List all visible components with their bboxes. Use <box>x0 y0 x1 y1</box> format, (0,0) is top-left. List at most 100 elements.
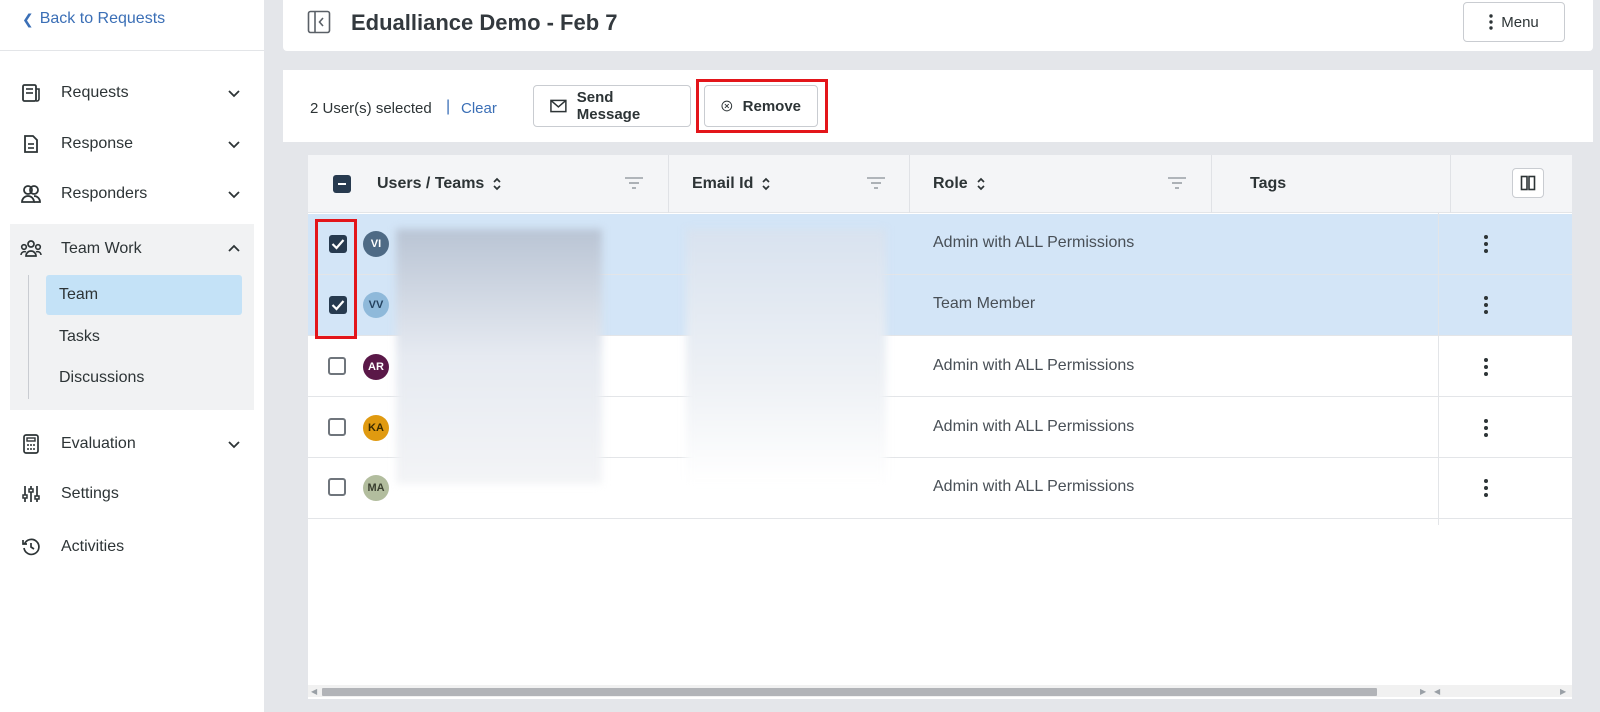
sub-nav-line <box>28 275 29 399</box>
sidebar-item-label: Requests <box>61 84 129 101</box>
close-circle-icon <box>721 100 733 112</box>
chevron-up-icon <box>228 244 240 252</box>
sidebar-item-evaluation[interactable]: Evaluation <box>0 422 264 466</box>
remove-button[interactable]: Remove <box>704 85 818 127</box>
column-header-tags[interactable]: Tags <box>1250 155 1286 213</box>
avatar: MA <box>363 475 389 501</box>
kebab-icon[interactable] <box>1476 478 1496 498</box>
row-checkbox[interactable] <box>328 357 346 375</box>
column-toggle-button[interactable] <box>1512 168 1544 198</box>
columns-icon <box>1520 175 1536 191</box>
filter-icon[interactable] <box>624 175 644 191</box>
chevron-left-icon: ❮ <box>22 10 34 27</box>
column-header-email[interactable]: Email Id <box>692 155 771 213</box>
sidebar-item-responders[interactable]: Responders <box>0 172 264 216</box>
separator: | <box>446 98 451 115</box>
sidebar-item-settings[interactable]: Settings <box>0 472 264 516</box>
sidebar-item-team-work[interactable]: Team Work <box>0 227 264 271</box>
role-cell: Admin with ALL Permissions <box>933 478 1135 495</box>
kebab-icon[interactable] <box>1476 234 1496 254</box>
filter-icon[interactable] <box>1167 175 1187 191</box>
column-header-role[interactable]: Role <box>933 155 986 213</box>
sidebar-item-label: Settings <box>61 485 119 502</box>
filter-icon[interactable] <box>866 175 886 191</box>
sidebar-item-label: Responders <box>61 185 148 202</box>
sidebar-item-label: Evaluation <box>61 435 136 452</box>
scroll-left-icon[interactable]: ◀ <box>1434 687 1440 696</box>
table-header: Users / Teams Email Id Role Tags <box>308 155 1572 213</box>
column-divider[interactable] <box>909 155 910 213</box>
sort-icon <box>977 177 985 191</box>
send-message-label: Send Message <box>576 89 641 123</box>
back-to-requests-link[interactable]: ❮ Back to Requests <box>22 10 165 28</box>
sidebar-subitem-tasks[interactable]: Tasks <box>46 317 242 357</box>
role-cell: Admin with ALL Permissions <box>933 418 1135 435</box>
avatar: VI <box>363 231 389 257</box>
sidebar-divider <box>0 50 264 51</box>
send-message-button[interactable]: Send Message <box>533 85 691 127</box>
chevron-down-icon <box>228 90 240 98</box>
sort-icon <box>762 177 770 191</box>
chevron-down-icon <box>228 441 240 449</box>
collapse-sidebar-icon[interactable] <box>307 10 331 34</box>
clear-selection-link[interactable]: Clear <box>461 100 497 117</box>
role-cell: Admin with ALL Permissions <box>933 234 1135 251</box>
menu-button-label: Menu <box>1501 13 1539 31</box>
kebab-icon[interactable] <box>1476 295 1496 315</box>
chevron-down-icon <box>228 191 240 199</box>
scrollbar-thumb[interactable] <box>322 688 1377 696</box>
kebab-icon[interactable] <box>1476 357 1496 377</box>
column-divider[interactable] <box>1211 155 1212 213</box>
kebab-icon <box>1489 14 1493 30</box>
row-checkbox[interactable] <box>328 478 346 496</box>
users-icon <box>20 183 42 205</box>
redacted-names <box>396 229 602 484</box>
scroll-right-icon[interactable]: ▶ <box>1420 687 1426 696</box>
page-header: Edualliance Demo - Feb 7 Menu <box>283 0 1593 51</box>
role-cell: Team Member <box>933 295 1036 312</box>
sidebar-item-requests[interactable]: Requests <box>0 71 264 115</box>
back-link-label: Back to Requests <box>39 10 166 27</box>
row-checkbox[interactable] <box>328 418 346 436</box>
calculator-icon <box>20 433 42 455</box>
role-cell: Admin with ALL Permissions <box>933 357 1135 374</box>
kebab-icon[interactable] <box>1476 418 1496 438</box>
sidebar-item-activities[interactable]: Activities <box>0 525 264 569</box>
remove-label: Remove <box>742 97 801 115</box>
column-header-users[interactable]: Users / Teams <box>377 155 502 213</box>
column-label: Email Id <box>692 175 754 192</box>
scroll-left-icon[interactable]: ◀ <box>311 687 317 696</box>
sort-icon <box>493 177 501 191</box>
checkbox-highlight <box>315 219 357 339</box>
mail-icon <box>550 99 567 113</box>
requests-icon <box>20 82 42 104</box>
avatar: KA <box>363 415 389 441</box>
selection-count: 2 User(s) selected <box>310 100 432 117</box>
sidebar: ❮ Back to Requests Requests Response Res… <box>0 0 264 712</box>
page-title: Edualliance Demo - Feb 7 <box>351 10 618 35</box>
scroll-right-icon[interactable]: ▶ <box>1560 687 1566 696</box>
sidebar-item-label: Response <box>61 135 134 152</box>
column-label: Users / Teams <box>377 175 485 192</box>
horizontal-scrollbar[interactable]: ◀ ▶ ◀ ▶ <box>308 685 1572 697</box>
sidebar-item-response[interactable]: Response <box>0 122 264 166</box>
column-label: Role <box>933 175 968 192</box>
column-divider[interactable] <box>1450 155 1451 213</box>
redacted-emails <box>686 229 886 484</box>
menu-button[interactable]: Menu <box>1463 2 1565 42</box>
sidebar-subitem-team[interactable]: Team <box>46 275 242 315</box>
select-all-checkbox[interactable] <box>333 175 351 193</box>
sidebar-item-label: Activities <box>61 538 125 555</box>
column-label: Tags <box>1250 175 1287 192</box>
team-icon <box>20 238 42 260</box>
document-icon <box>20 133 42 155</box>
history-icon <box>20 536 42 558</box>
avatar: VV <box>363 292 389 318</box>
sliders-icon <box>20 483 42 505</box>
sidebar-subitem-discussions[interactable]: Discussions <box>46 358 242 398</box>
minus-icon <box>338 183 346 185</box>
column-divider <box>1438 213 1439 525</box>
avatar: AR <box>363 354 389 380</box>
column-divider[interactable] <box>668 155 669 213</box>
sidebar-item-label: Team Work <box>61 240 142 257</box>
